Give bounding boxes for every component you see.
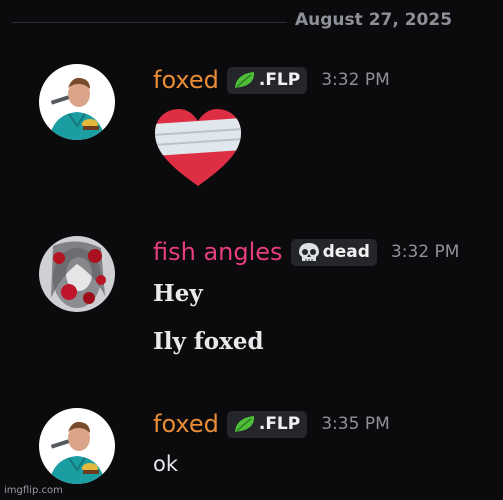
message-line: Hey xyxy=(153,280,203,307)
server-tag[interactable]: .FLP xyxy=(226,66,308,94)
leaf-icon xyxy=(234,416,254,432)
timestamp: 3:32 PM xyxy=(321,70,390,90)
message-header-1: foxed .FLP 3:32 PM xyxy=(153,66,390,94)
username[interactable]: foxed xyxy=(153,66,219,94)
username[interactable]: fish angles xyxy=(153,238,283,266)
message-header-2: fish angles dead 3:32 PM xyxy=(153,238,459,266)
server-tag[interactable]: .FLP xyxy=(226,410,308,438)
tag-label: .FLP xyxy=(258,414,301,434)
timestamp: 3:35 PM xyxy=(321,414,390,434)
leaf-icon xyxy=(234,72,254,88)
avatar-foxed[interactable] xyxy=(39,408,115,484)
mending-heart-emoji xyxy=(153,108,243,192)
avatar-foxed[interactable] xyxy=(39,64,115,140)
date-divider: August 27, 2025 xyxy=(0,10,503,30)
username[interactable]: foxed xyxy=(153,410,219,438)
tag-label: dead xyxy=(322,242,370,262)
message-line: Ily foxed xyxy=(153,328,264,355)
timestamp: 3:32 PM xyxy=(390,242,460,262)
message-line: ok xyxy=(153,452,179,476)
skull-icon xyxy=(298,243,319,261)
watermark: imgflip.com xyxy=(4,485,63,496)
date-label: August 27, 2025 xyxy=(295,10,453,30)
divider-line xyxy=(12,22,287,23)
tag-label: .FLP xyxy=(258,70,301,90)
server-tag[interactable]: dead xyxy=(290,238,377,266)
avatar-fish-angles[interactable] xyxy=(39,236,115,312)
message-header-3: foxed .FLP 3:35 PM xyxy=(153,410,390,438)
